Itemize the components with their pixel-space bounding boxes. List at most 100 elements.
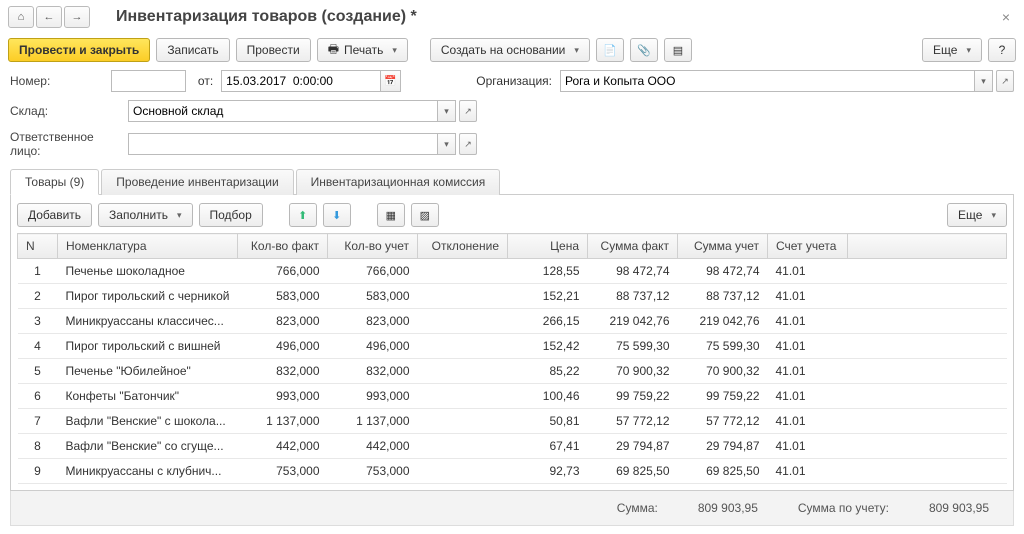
col-sum-acc[interactable]: Сумма учет	[678, 234, 768, 259]
cell-su: 98 472,74	[678, 259, 768, 284]
cell-empty	[848, 359, 1007, 384]
table-row[interactable]: 8Вафли "Венские" со сгуще...442,000442,0…	[18, 434, 1007, 459]
cell-qu: 583,000	[328, 284, 418, 309]
home-button[interactable]: ⌂	[8, 6, 34, 28]
save-button[interactable]: Записать	[156, 38, 229, 62]
cell-price: 128,55	[508, 259, 588, 284]
cell-sf: 75 599,30	[588, 334, 678, 359]
print-label: Печать	[344, 43, 383, 57]
date-picker-button[interactable]	[381, 70, 401, 92]
add-row-button[interactable]: Добавить	[17, 203, 92, 227]
cell-su: 70 900,32	[678, 359, 768, 384]
back-button[interactable]: ←	[36, 6, 62, 28]
close-button[interactable]: ×	[996, 9, 1016, 25]
cell-price: 152,42	[508, 334, 588, 359]
table-row[interactable]: 1Печенье шоколадное766,000766,000128,559…	[18, 259, 1007, 284]
warehouse-open-button[interactable]: ↗	[459, 100, 477, 122]
process-and-close-button[interactable]: Провести и закрыть	[8, 38, 150, 62]
cell-empty	[848, 459, 1007, 484]
attach-button[interactable]	[630, 38, 658, 62]
responsible-input[interactable]	[128, 133, 438, 155]
clip-icon	[637, 43, 651, 57]
cell-sf: 98 472,74	[588, 259, 678, 284]
cell-sf: 99 759,22	[588, 384, 678, 409]
cell-sf: 88 737,12	[588, 284, 678, 309]
col-dev[interactable]: Отклонение	[418, 234, 508, 259]
col-qty-fact[interactable]: Кол-во факт	[238, 234, 328, 259]
help-button[interactable]	[988, 38, 1016, 62]
col-sum-fact[interactable]: Сумма факт	[588, 234, 678, 259]
org-label: Организация:	[476, 74, 552, 88]
cell-qf: 496,000	[238, 334, 328, 359]
warehouse-dropdown-button[interactable]: ▾	[438, 100, 456, 122]
forward-button[interactable]: →	[64, 6, 90, 28]
col-price[interactable]: Цена	[508, 234, 588, 259]
cell-price: 85,22	[508, 359, 588, 384]
cell-dev	[418, 334, 508, 359]
cell-qf: 766,000	[238, 259, 328, 284]
move-down-button[interactable]	[323, 203, 351, 227]
col-qty-acc[interactable]: Кол-во учет	[328, 234, 418, 259]
cell-name: Печенье шоколадное	[58, 259, 238, 284]
date-input[interactable]	[221, 70, 381, 92]
tab-committee[interactable]: Инвентаризационная комиссия	[296, 169, 501, 195]
more-button[interactable]: Еще	[922, 38, 982, 62]
table-row[interactable]: 6Конфеты "Батончик"993,000993,000100,469…	[18, 384, 1007, 409]
cell-qf: 832,000	[238, 359, 328, 384]
org-open-button[interactable]: ↗	[996, 70, 1014, 92]
table-row[interactable]: 9Миникруассаны с клубнич...753,000753,00…	[18, 459, 1007, 484]
table-row[interactable]: 2Пирог тирольский с черникой583,000583,0…	[18, 284, 1007, 309]
cell-qf: 753,000	[238, 459, 328, 484]
cell-empty	[848, 409, 1007, 434]
fill-button[interactable]: Заполнить	[98, 203, 192, 227]
cell-n: 5	[18, 359, 58, 384]
process-button[interactable]: Провести	[236, 38, 311, 62]
cell-price: 152,21	[508, 284, 588, 309]
org-dropdown-button[interactable]: ▾	[975, 70, 993, 92]
cell-su: 219 042,76	[678, 309, 768, 334]
cell-empty	[848, 309, 1007, 334]
selection-button[interactable]: Подбор	[199, 203, 263, 227]
cell-qf: 993,000	[238, 384, 328, 409]
cell-qf: 583,000	[238, 284, 328, 309]
cell-dev	[418, 384, 508, 409]
responsible-open-button[interactable]: ↗	[459, 133, 477, 155]
grid-view-button[interactable]	[377, 203, 405, 227]
cell-n: 6	[18, 384, 58, 409]
arrow-down-icon	[332, 208, 341, 222]
grid-settings-button[interactable]	[411, 203, 439, 227]
move-up-button[interactable]	[289, 203, 317, 227]
table-row[interactable]: 7Вафли "Венские" с шокола...1 137,0001 1…	[18, 409, 1007, 434]
cell-qu: 823,000	[328, 309, 418, 334]
list-icon	[673, 43, 683, 57]
cell-acc: 41.01	[768, 334, 848, 359]
cell-qu: 496,000	[328, 334, 418, 359]
cell-dev	[418, 284, 508, 309]
org-input[interactable]	[560, 70, 975, 92]
number-input[interactable]	[111, 70, 186, 92]
table-row[interactable]: 5Печенье "Юбилейное"832,000832,00085,227…	[18, 359, 1007, 384]
create-based-button[interactable]: Создать на основании	[430, 38, 590, 62]
cell-name: Вафли "Венские" со сгуще...	[58, 434, 238, 459]
responsible-label: Ответственное лицо:	[10, 130, 120, 158]
list-button[interactable]	[664, 38, 692, 62]
cell-name: Миникруассаны с клубнич...	[58, 459, 238, 484]
cell-qu: 753,000	[328, 459, 418, 484]
table-row[interactable]: 4Пирог тирольский с вишней496,000496,000…	[18, 334, 1007, 359]
cell-price: 100,46	[508, 384, 588, 409]
warehouse-input[interactable]	[128, 100, 438, 122]
cell-empty	[848, 434, 1007, 459]
print-button[interactable]: Печать	[317, 38, 408, 62]
cell-dev	[418, 309, 508, 334]
responsible-dropdown-button[interactable]: ▾	[438, 133, 456, 155]
grid-more-button[interactable]: Еще	[947, 203, 1007, 227]
col-name[interactable]: Номенклатура	[58, 234, 238, 259]
cell-acc: 41.01	[768, 259, 848, 284]
cell-acc: 41.01	[768, 384, 848, 409]
col-n[interactable]: N	[18, 234, 58, 259]
copy-button[interactable]	[596, 38, 624, 62]
col-account[interactable]: Счет учета	[768, 234, 848, 259]
table-row[interactable]: 3Миникруассаны классичес...823,000823,00…	[18, 309, 1007, 334]
tab-inventory[interactable]: Проведение инвентаризации	[101, 169, 293, 195]
tab-goods[interactable]: Товары (9)	[10, 169, 99, 195]
